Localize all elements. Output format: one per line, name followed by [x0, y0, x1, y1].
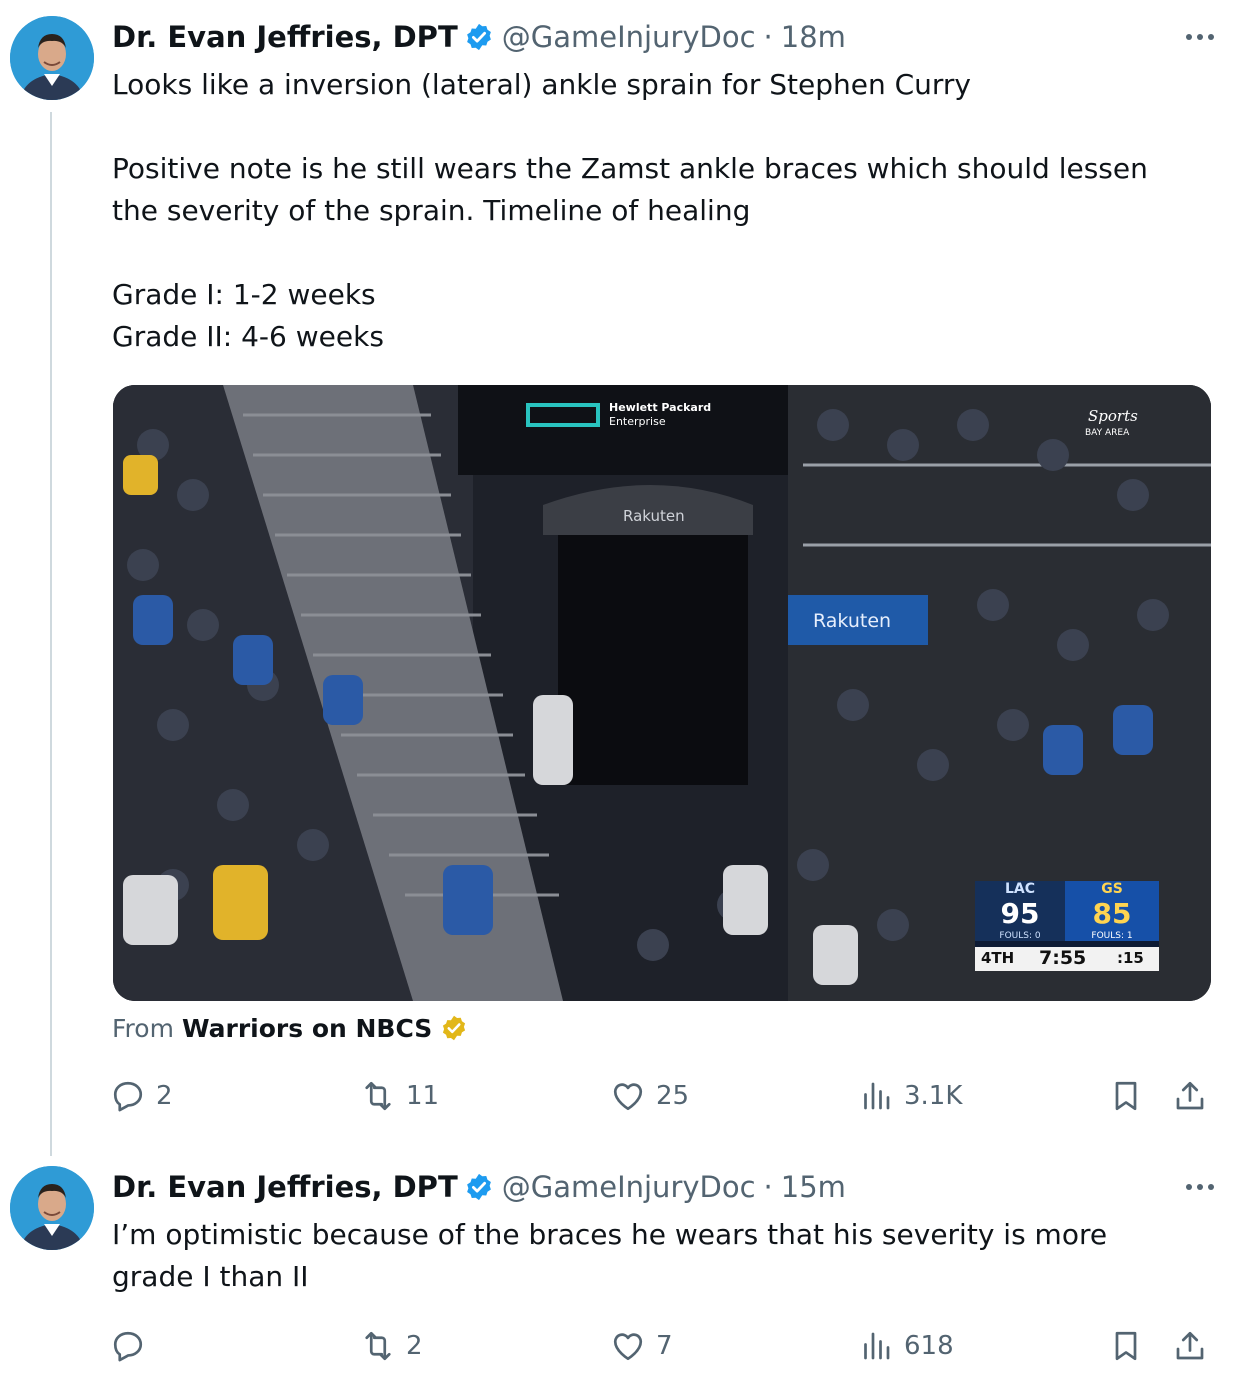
separator: ·: [763, 1170, 773, 1204]
views-icon: [864, 1332, 890, 1360]
tweet-line: the severity of the sprain. Timeline of …: [112, 194, 751, 227]
retweet-count: 2: [406, 1331, 423, 1361]
away-score: 95: [1000, 897, 1040, 930]
share-icon: [1176, 1331, 1204, 1360]
author-handle[interactable]: @GameInjuryDoc: [502, 1170, 756, 1204]
svg-text:Enterprise: Enterprise: [609, 415, 666, 428]
svg-text:Rakuten: Rakuten: [813, 610, 891, 632]
bookmark-button[interactable]: [1108, 1074, 1144, 1118]
reply-count: 2: [156, 1081, 173, 1111]
source-prefix: From: [112, 1013, 174, 1043]
tweet-line: Looks like a inversion (lateral) ankle s…: [112, 68, 972, 101]
home-fouls: FOULS: 1: [1091, 931, 1133, 941]
author-handle[interactable]: @GameInjuryDoc: [502, 20, 756, 54]
tweet-actions: 2 7 618: [110, 1324, 1220, 1368]
timestamp[interactable]: 15m: [781, 1170, 846, 1204]
like-count: 7: [656, 1331, 673, 1361]
bookmark-icon: [1115, 1081, 1137, 1111]
share-button[interactable]: [1172, 1074, 1208, 1118]
like-icon: [613, 1333, 643, 1361]
views-button[interactable]: 618: [858, 1324, 954, 1368]
thread-connector: [50, 112, 52, 1156]
verified-badge-icon: [443, 1015, 466, 1041]
game-period: 4TH: [981, 949, 1015, 967]
media-source: From Warriors on NBCS: [112, 1010, 468, 1046]
reply-icon: [113, 1081, 143, 1112]
tweet-line: I’m optimistic because of the braces he …: [112, 1218, 1108, 1251]
svg-text:Sports: Sports: [1088, 407, 1138, 425]
tweet-text: Looks like a inversion (lateral) ankle s…: [112, 64, 1202, 358]
retweet-count: 11: [406, 1081, 440, 1111]
tweet-line: [112, 106, 1202, 148]
views-button[interactable]: 3.1K: [858, 1074, 962, 1118]
views-count: 3.1K: [904, 1081, 963, 1111]
like-button[interactable]: 25: [610, 1074, 689, 1118]
tweet-text: I’m optimistic because of the braces he …: [112, 1214, 1202, 1298]
tweet-line: [112, 232, 1202, 274]
views-count: 618: [904, 1331, 954, 1361]
tweet-header: Dr. Evan Jeffries, DPT @GameInjuryDoc · …: [112, 1167, 846, 1207]
more-icon[interactable]: [1180, 22, 1220, 52]
timestamp[interactable]: 18m: [781, 20, 846, 54]
reply-icon: [113, 1331, 143, 1362]
home-team: GS: [1101, 881, 1123, 897]
away-team: LAC: [1004, 881, 1036, 897]
share-icon: [1176, 1081, 1204, 1110]
author-name[interactable]: Dr. Evan Jeffries, DPT: [112, 1170, 458, 1204]
tweet-line: grade I than II: [112, 1260, 309, 1293]
more-icon[interactable]: [1180, 1172, 1220, 1202]
author-avatar[interactable]: [10, 16, 94, 100]
svg-text:Hewlett Packard: Hewlett Packard: [609, 401, 711, 414]
tweet-line: Grade II: 4-6 weeks: [112, 320, 384, 353]
retweet-icon: [365, 1081, 391, 1111]
like-button[interactable]: 7: [610, 1324, 673, 1368]
like-icon: [613, 1083, 643, 1111]
verified-badge-icon: [466, 23, 491, 51]
tweet-line: Positive note is he still wears the Zams…: [112, 152, 1148, 185]
tweet-media-video[interactable]: Hewlett Packard Enterprise Rakuten Rakut…: [113, 385, 1211, 1001]
svg-text:BAY AREA: BAY AREA: [1085, 428, 1130, 438]
verified-badge-icon: [466, 1173, 491, 1201]
bookmark-icon: [1115, 1331, 1137, 1361]
tweet-header: Dr. Evan Jeffries, DPT @GameInjuryDoc · …: [112, 17, 846, 57]
away-fouls: FOULS: 0: [999, 931, 1041, 941]
author-avatar[interactable]: [10, 1166, 94, 1250]
tweet-actions: 2 11 25 3.1K: [110, 1074, 1220, 1118]
shot-clock: :15: [1117, 949, 1144, 967]
separator: ·: [763, 20, 773, 54]
like-count: 25: [656, 1081, 690, 1111]
reply-button[interactable]: 2: [110, 1074, 173, 1118]
tweet-1[interactable]: Dr. Evan Jeffries, DPT @GameInjuryDoc · …: [0, 0, 1240, 1160]
home-score: 85: [1092, 897, 1132, 930]
retweet-button[interactable]: 2: [360, 1324, 423, 1368]
views-icon: [864, 1082, 890, 1110]
reply-button[interactable]: [110, 1324, 156, 1368]
bookmark-button[interactable]: [1108, 1324, 1144, 1368]
retweet-icon: [365, 1331, 391, 1361]
tweet-2[interactable]: Dr. Evan Jeffries, DPT @GameInjuryDoc · …: [0, 1160, 1240, 1374]
author-name[interactable]: Dr. Evan Jeffries, DPT: [112, 20, 458, 54]
source-name[interactable]: Warriors on NBCS: [182, 1014, 432, 1043]
game-clock: 7:55: [1039, 947, 1087, 969]
svg-text:Rakuten: Rakuten: [623, 507, 685, 525]
retweet-button[interactable]: 11: [360, 1074, 439, 1118]
tweet-line: Grade I: 1-2 weeks: [112, 278, 376, 311]
share-button[interactable]: [1172, 1324, 1208, 1368]
